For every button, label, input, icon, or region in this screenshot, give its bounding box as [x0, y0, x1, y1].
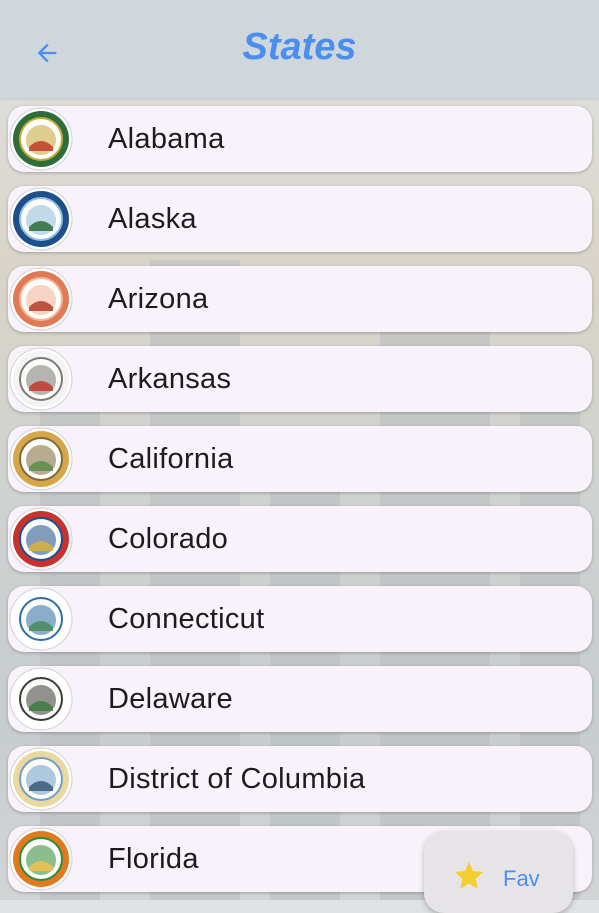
state-name: Alabama [108, 123, 225, 155]
state-seal-icon [9, 587, 73, 651]
state-name: Arkansas [108, 363, 232, 395]
state-card[interactable] [8, 426, 592, 492]
state-card[interactable] [8, 186, 592, 252]
state-seal-icon [9, 347, 73, 411]
state-seal-icon [9, 107, 73, 171]
star-icon [454, 861, 484, 889]
list-item[interactable]: California [0, 426, 599, 492]
state-card[interactable] [8, 586, 592, 652]
list-item[interactable]: District of Columbia [0, 746, 599, 812]
list-item[interactable]: Alabama [0, 106, 599, 172]
state-card[interactable] [8, 666, 592, 732]
state-seal-icon [9, 747, 73, 811]
page-title: States [242, 26, 357, 68]
state-name: Connecticut [108, 603, 265, 635]
state-card[interactable] [8, 106, 592, 172]
list-item[interactable]: Delaware [0, 666, 599, 732]
favorites-label: Fav [503, 866, 540, 891]
favorites-button[interactable]: Fav [424, 831, 573, 913]
state-name: Delaware [108, 683, 233, 715]
state-card[interactable] [8, 506, 592, 572]
list-item[interactable]: Colorado [0, 506, 599, 572]
list-item[interactable]: Connecticut [0, 586, 599, 652]
state-name: Colorado [108, 523, 229, 555]
list-item[interactable]: Alaska [0, 186, 599, 252]
state-seal-icon [9, 667, 73, 731]
state-seal-icon [9, 827, 73, 891]
state-seal-icon [9, 267, 73, 331]
state-name: Arizona [108, 283, 209, 315]
list-item[interactable]: Arkansas [0, 346, 599, 412]
state-seal-icon [9, 427, 73, 491]
state-name: Alaska [108, 203, 197, 235]
list-item[interactable]: Arizona [0, 266, 599, 332]
state-name: Florida [108, 843, 199, 875]
state-name: District of Columbia [108, 763, 366, 795]
app-bar: States [0, 0, 599, 98]
state-card[interactable] [8, 346, 592, 412]
state-seal-icon [9, 507, 73, 571]
state-name: California [108, 443, 234, 475]
state-seal-icon [9, 187, 73, 251]
state-list: Alabama Alaska Arizona Arkansas California Co… [0, 106, 599, 906]
state-card[interactable] [8, 266, 592, 332]
